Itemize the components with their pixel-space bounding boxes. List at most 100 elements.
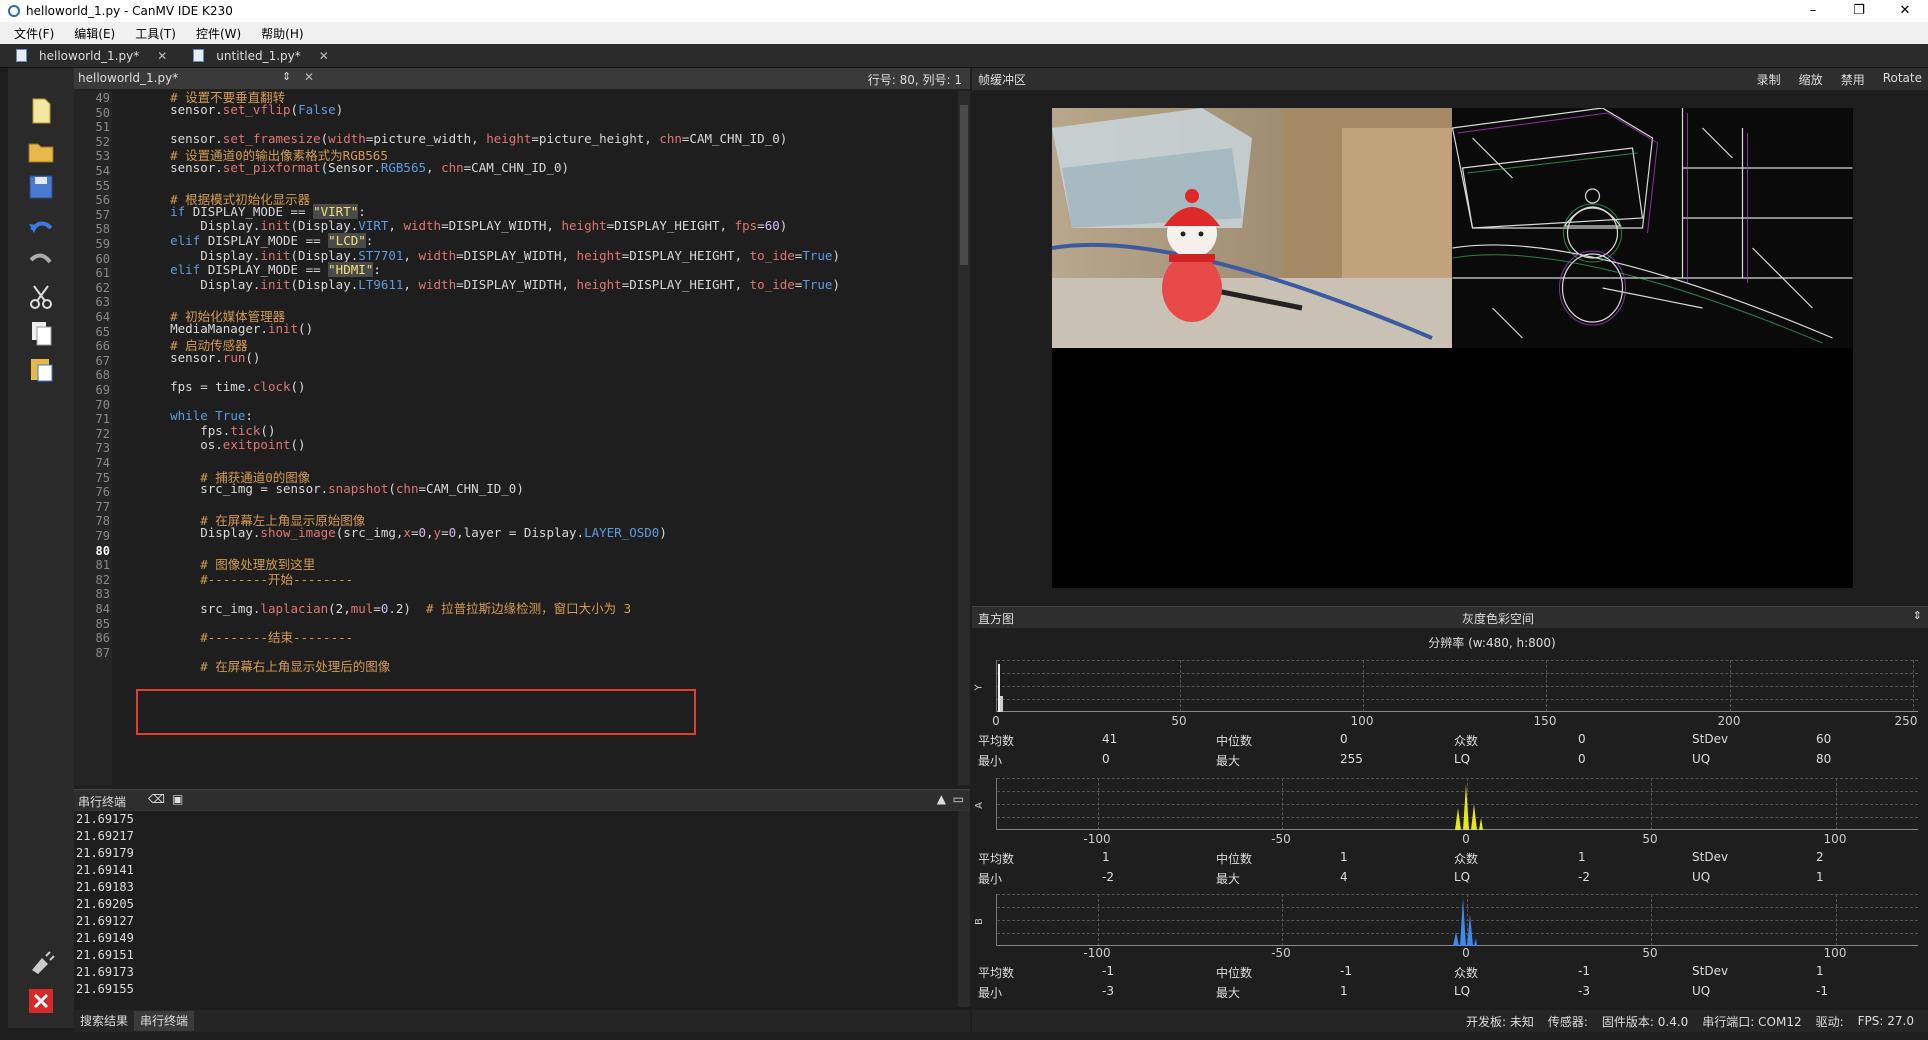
menu-bar: 文件(F) 编辑(E) 工具(T) 控件(W) 帮助(H) bbox=[0, 22, 1928, 44]
histogram-bars-y bbox=[998, 664, 1003, 712]
code-line[interactable]: Display.init(Display.VIRT, width=DISPLAY… bbox=[140, 218, 787, 233]
minimize-button[interactable]: – bbox=[1790, 0, 1836, 22]
line-number: 56 bbox=[95, 193, 110, 208]
tick-label: -50 bbox=[1271, 832, 1291, 846]
tab-helloworld[interactable]: helloworld_1.py* ✕ bbox=[0, 44, 177, 68]
code-line[interactable]: src_img = sensor.snapshot(chn=CAM_CHN_ID… bbox=[140, 481, 524, 496]
redo-icon[interactable] bbox=[26, 246, 56, 276]
code-line[interactable]: Display.init(Display.ST7701, width=DISPL… bbox=[140, 248, 840, 263]
menu-widgets[interactable]: 控件(W) bbox=[196, 25, 241, 42]
histogram-bars-a bbox=[1455, 784, 1483, 830]
tab-search-results[interactable]: 搜索结果 bbox=[74, 1011, 134, 1031]
tab-label: helloworld_1.py* bbox=[39, 48, 140, 63]
connect-icon[interactable] bbox=[26, 948, 56, 978]
copy-icon[interactable] bbox=[26, 318, 56, 348]
firmware-version: 固件版本: 0.4.0 bbox=[1601, 1014, 1689, 1029]
maximize-button[interactable]: ❐ bbox=[1836, 0, 1882, 22]
menu-help[interactable]: 帮助(H) bbox=[261, 25, 303, 42]
tab-untitled[interactable]: untitled_1.py* ✕ bbox=[177, 44, 339, 68]
code-line[interactable]: fps = time.clock() bbox=[140, 379, 306, 394]
tab-label: untitled_1.py* bbox=[216, 48, 301, 63]
camera-image-laplacian bbox=[1452, 108, 1853, 348]
colorspace-dropdown-icon[interactable]: ⇕ bbox=[1913, 609, 1922, 622]
code-line[interactable]: fps.tick() bbox=[140, 423, 275, 438]
scroll-thumb[interactable] bbox=[960, 105, 968, 265]
zoom-button[interactable]: 缩放 bbox=[1799, 71, 1823, 88]
window-title: helloworld_1.py - CanMV IDE K230 bbox=[26, 4, 233, 18]
clear-icon[interactable]: ⌫ bbox=[148, 792, 165, 806]
collapse-icon[interactable]: ▲ bbox=[937, 792, 946, 806]
code-line[interactable]: if DISPLAY_MODE == "VIRT": bbox=[140, 203, 366, 219]
code-line[interactable]: src_img.laplacian(2,mul=0.2) # 拉普拉斯边缘检测，… bbox=[140, 598, 631, 617]
paste-icon[interactable] bbox=[26, 354, 56, 384]
undo-icon[interactable] bbox=[26, 214, 56, 244]
save-icon[interactable] bbox=[26, 172, 56, 202]
line-number: 83 bbox=[95, 587, 110, 602]
cut-icon[interactable] bbox=[26, 282, 56, 312]
record-button[interactable]: 录制 bbox=[1757, 71, 1781, 88]
channel-label-b: B bbox=[973, 918, 985, 925]
editor-scrollbar[interactable] bbox=[958, 91, 970, 785]
code-line[interactable]: os.exitpoint() bbox=[140, 437, 305, 452]
serial-line: 21.69175 bbox=[76, 812, 134, 826]
code-line[interactable]: while True: bbox=[140, 408, 253, 423]
code-line[interactable]: #--------开始-------- bbox=[140, 569, 353, 588]
code-line[interactable]: sensor.set_framesize(width=picture_width… bbox=[140, 131, 787, 146]
code-line[interactable]: elif DISPLAY_MODE == "LCD": bbox=[140, 233, 373, 248]
code-line[interactable]: Display.init(Display.LT9611, width=DISPL… bbox=[140, 277, 840, 292]
code-line[interactable]: MediaManager.init() bbox=[140, 321, 313, 336]
histogram-header: 直方图 灰度色彩空间 ⇕ bbox=[972, 606, 1928, 628]
close-button[interactable]: ✕ bbox=[1882, 0, 1928, 22]
menu-tools[interactable]: 工具(T) bbox=[135, 25, 176, 42]
tab-serial-terminal[interactable]: 串行终端 bbox=[134, 1011, 195, 1031]
document-selector[interactable]: helloworld_1.py* bbox=[78, 71, 178, 85]
line-number: 80 bbox=[95, 543, 110, 558]
serial-output[interactable]: 21.69175 21.69217 21.69179 21.69141 21.69183… bbox=[74, 811, 958, 1007]
serial-port: 串行端口: COM12 bbox=[1702, 1014, 1802, 1029]
line-number: 61 bbox=[95, 266, 110, 281]
tick-label: 200 bbox=[1717, 714, 1741, 728]
code-line[interactable]: sensor.run() bbox=[140, 350, 260, 365]
line-number: 58 bbox=[95, 222, 110, 237]
up-down-icon[interactable]: ⇕ bbox=[282, 70, 291, 83]
menu-file[interactable]: 文件(F) bbox=[14, 25, 54, 42]
line-number: 77 bbox=[95, 499, 110, 514]
stop-icon[interactable] bbox=[26, 986, 56, 1016]
tick-label: 100 bbox=[1823, 946, 1847, 960]
line-number: 74 bbox=[95, 456, 110, 470]
line-number: 50 bbox=[95, 105, 110, 120]
highlight-box bbox=[136, 689, 696, 735]
disable-button[interactable]: 禁用 bbox=[1841, 71, 1865, 88]
close-tab-icon[interactable]: ✕ bbox=[157, 49, 167, 63]
code-line[interactable]: #--------结束-------- bbox=[140, 627, 353, 646]
close-tab-icon[interactable]: ✕ bbox=[319, 49, 329, 63]
new-file-icon[interactable] bbox=[26, 96, 56, 126]
menu-edit[interactable]: 编辑(E) bbox=[74, 25, 115, 42]
line-number: 54 bbox=[95, 164, 110, 178]
stats-a: 平均数 1 中位数 1 众数 1 StDev 2 最小 -2 最大 4 LQ -2 UQ 1 bbox=[978, 850, 1824, 886]
code-line[interactable]: sensor.set_vflip(False) bbox=[140, 102, 343, 117]
serial-line: 21.69149 bbox=[76, 931, 134, 945]
rotate-button[interactable]: Rotate bbox=[1883, 71, 1922, 88]
close-document-icon[interactable]: ✕ bbox=[304, 70, 314, 84]
code-line[interactable]: # 在屏幕右上角显示处理后的图像 bbox=[140, 656, 390, 675]
serial-line: 21.69217 bbox=[76, 829, 134, 843]
histogram-plot-y bbox=[996, 660, 1918, 712]
serial-scrollbar[interactable] bbox=[958, 811, 970, 1007]
save-log-icon[interactable]: ▣ bbox=[172, 792, 183, 806]
colorspace-selector[interactable]: 灰度色彩空间 bbox=[1462, 610, 1534, 627]
line-number: 87 bbox=[95, 645, 110, 660]
code-line[interactable]: Display.show_image(src_img,x=0,y=0,layer… bbox=[140, 525, 667, 540]
code-line[interactable]: sensor.set_pixformat(Sensor.RGB565, chn=… bbox=[140, 160, 569, 175]
tick-label: 150 bbox=[1533, 714, 1557, 728]
cursor-position: 行号: 80, 列号: 1 bbox=[867, 73, 962, 87]
code-editor[interactable]: # 设置不要垂直翻转 sensor.set_vflip(False) senso… bbox=[112, 91, 948, 785]
left-toolbar bbox=[8, 68, 74, 1028]
open-folder-icon[interactable] bbox=[26, 136, 56, 166]
code-line[interactable]: elif DISPLAY_MODE == "HDMI": bbox=[140, 262, 381, 278]
maximize-pane-icon[interactable]: ▭ bbox=[953, 792, 964, 806]
line-number: 52 bbox=[95, 134, 110, 149]
histogram-plot-b bbox=[996, 894, 1918, 946]
tick-label: -100 bbox=[1083, 832, 1111, 846]
line-number: 76 bbox=[95, 485, 110, 500]
